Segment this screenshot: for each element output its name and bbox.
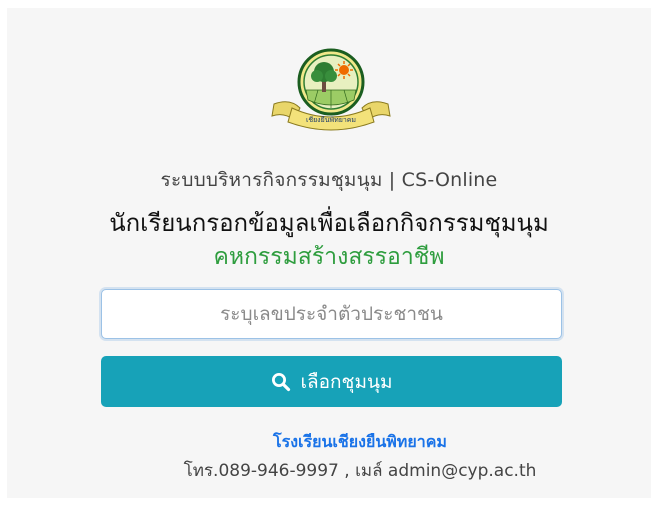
contact-info: โทร.089-946-9997 , เมล์ admin@cyp.ac.th (183, 461, 537, 481)
national-id-input[interactable] (101, 289, 562, 339)
school-logo: เชียงยืนพิทยาคม (270, 46, 392, 132)
school-name-link[interactable]: โรงเรียนเชียงยืนพิทยาคม (7, 430, 651, 455)
system-title: ระบบบริหารกิจกรรมชุมนุม | CS-Online (160, 169, 498, 191)
logo-banner-text: เชียงยืนพิทยาคม (306, 116, 356, 124)
school-emblem-icon: เชียงยืนพิทยาคม (271, 48, 391, 131)
select-club-button[interactable]: เลือกชุมนุม (101, 356, 562, 407)
page-heading: นักเรียนกรอกข้อมูลเพื่อเลือกกิจกรรมชุมนุ… (109, 209, 549, 237)
login-panel: เชียงยืนพิทยาคม ระบบบริหารกิจกรรมชุมนุม … (7, 8, 651, 498)
select-club-label: เลือกชุมนุม (300, 370, 393, 393)
search-icon (271, 372, 290, 391)
club-name: คหกรรมสร้างสรรอาชีพ (213, 244, 445, 270)
